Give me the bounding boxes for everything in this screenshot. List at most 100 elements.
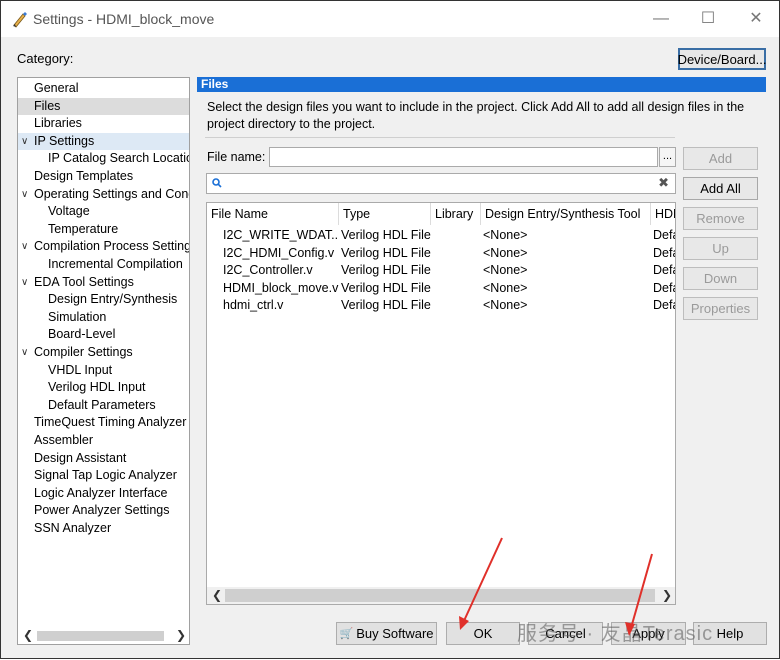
divider	[205, 137, 675, 138]
tree-item-simulation[interactable]: Simulation	[18, 309, 189, 326]
tree-item-power-analyzer-settings[interactable]: Power Analyzer Settings	[18, 502, 189, 519]
window-title: Settings - HDMI_block_move	[33, 11, 215, 27]
tree-item-label: Libraries	[34, 116, 82, 131]
tree-item-files[interactable]: Files	[18, 97, 189, 115]
tree-item-vhdl-input[interactable]: VHDL Input	[18, 362, 189, 379]
table-cell: <None>	[483, 245, 528, 260]
tree-item-label: IP Catalog Search Locations	[48, 151, 189, 166]
table-cell	[433, 245, 481, 262]
tree-item-general[interactable]: General	[18, 80, 189, 97]
clear-search-icon[interactable]: ✖	[658, 175, 669, 191]
tree-item-design-assistant[interactable]: Design Assistant	[18, 450, 189, 467]
tree-item-design-templates[interactable]: Design Templates	[18, 168, 189, 185]
table-cell: hdmi_ctrl.v	[223, 298, 284, 313]
minimize-icon[interactable]: —	[646, 7, 676, 31]
scroll-thumb[interactable]	[225, 589, 655, 602]
scroll-right-icon[interactable]: ❯	[176, 628, 186, 642]
scroll-right-icon[interactable]: ❯	[662, 588, 672, 602]
tree-item-label: Voltage	[48, 204, 90, 219]
ok-button[interactable]: OK	[446, 622, 520, 645]
tree-item-incremental-compilation[interactable]: Incremental Compilation	[18, 256, 189, 273]
add-button[interactable]: Add	[683, 147, 758, 170]
category-tree[interactable]: SSN Analyzer Power Analyzer Settings Logic…	[17, 77, 190, 645]
tree-item-label: Default Parameters	[48, 397, 156, 412]
tree-item-compilation-process-settings[interactable]: ∨ Compilation Process Settings	[18, 238, 189, 255]
tree-item-assembler[interactable]: Assembler	[18, 432, 189, 449]
table-row[interactable]: I2C_Controller.v Verilog HDL File <None> De…	[207, 262, 675, 279]
tree-item-verilog-hdl-input[interactable]: Verilog HDL Input	[18, 379, 189, 396]
tree-item-label: Files	[34, 98, 61, 113]
remove-button[interactable]: Remove	[683, 207, 758, 230]
buy-software-button[interactable]: 🛒 Buy Software	[336, 622, 437, 645]
expand-chevron-icon[interactable]: ∨	[21, 238, 28, 255]
table-cell: Defa	[653, 228, 675, 242]
column-header[interactable]: HDL	[651, 203, 675, 225]
expand-chevron-icon[interactable]: ∨	[21, 186, 28, 203]
properties-button[interactable]: Properties	[683, 297, 758, 320]
tree-item-label: VHDL Input	[48, 362, 113, 377]
search-input[interactable]: ✖	[206, 173, 676, 194]
table-cell: Verilog HDL File	[341, 298, 431, 313]
tree-item-board-level[interactable]: Board-Level	[18, 326, 189, 343]
tree-item-label: Signal Tap Logic Analyzer	[34, 468, 177, 483]
column-header[interactable]: Type	[339, 203, 431, 225]
table-cell: <None>	[483, 263, 528, 278]
tree-item-timequest-timing-analyzer[interactable]: TimeQuest Timing Analyzer	[18, 414, 189, 431]
buy-software-label: Buy Software	[356, 626, 434, 641]
tree-item-logic-analyzer-interface[interactable]: Logic Analyzer Interface	[18, 485, 189, 502]
settings-window: Settings - HDMI_block_move — ☐ ✕ Categor…	[0, 0, 780, 659]
scroll-thumb[interactable]	[37, 631, 164, 641]
table-cell: Verilog HDL File	[341, 263, 431, 278]
table-cell: I2C_HDMI_Config.v	[223, 245, 335, 260]
tree-item-label: Design Assistant	[34, 450, 127, 465]
expand-chevron-icon[interactable]: ∨	[21, 344, 28, 361]
tree-item-compiler-settings[interactable]: ∨ Compiler Settings	[18, 344, 189, 361]
table-row[interactable]: I2C_HDMI_Config.v Verilog HDL File <None> D…	[207, 245, 675, 262]
tree-item-label: Power Analyzer Settings	[34, 503, 170, 518]
device-board-button[interactable]: Device/Board...	[678, 48, 766, 70]
tree-item-design-entry-synthesis[interactable]: Design Entry/Synthesis	[18, 291, 189, 308]
table-horizontal-scrollbar[interactable]: ❮ ❯	[207, 587, 675, 604]
scroll-left-icon[interactable]: ❮	[23, 628, 33, 642]
expand-chevron-icon[interactable]: ∨	[21, 274, 28, 291]
tree-item-label: Design Entry/Synthesis	[48, 292, 178, 307]
files-panel-header: Files	[197, 77, 766, 92]
table-row[interactable]: HDMI_block_move.v Verilog HDL File <None> D…	[207, 280, 675, 297]
tree-item-label: IP Settings	[34, 133, 95, 148]
tree-item-temperature[interactable]: Temperature	[18, 221, 189, 238]
tree-item-label: General	[34, 81, 79, 95]
column-header[interactable]: File Name	[207, 203, 339, 225]
column-header[interactable]: Library	[431, 203, 481, 225]
tree-item-label: Operating Settings and Conditions	[34, 186, 189, 201]
tree-horizontal-scrollbar[interactable]: ❮ ❯	[19, 627, 188, 644]
search-icon	[212, 178, 222, 188]
tree-item-label: SSN Analyzer	[34, 521, 112, 535]
maximize-icon[interactable]: ☐	[693, 7, 723, 31]
tree-item-eda-tool-settings[interactable]: ∨ EDA Tool Settings	[18, 274, 189, 291]
expand-chevron-icon[interactable]: ∨	[21, 133, 28, 150]
tree-item-label: TimeQuest Timing Analyzer	[34, 415, 187, 430]
scroll-left-icon[interactable]: ❮	[212, 588, 222, 602]
tree-item-signal-tap-logic-analyzer[interactable]: Signal Tap Logic Analyzer	[18, 467, 189, 484]
close-icon[interactable]: ✕	[741, 7, 771, 31]
down-button[interactable]: Down	[683, 267, 758, 290]
tree-item-voltage[interactable]: Voltage	[18, 203, 189, 220]
file-name-field[interactable]	[269, 147, 658, 167]
tree-item-libraries[interactable]: Libraries	[18, 115, 189, 132]
up-button[interactable]: Up	[683, 237, 758, 260]
tree-item-ssn-analyzer[interactable]: SSN Analyzer	[18, 520, 189, 537]
tree-item-label: Incremental Compilation	[48, 257, 183, 271]
files-table: ❮ ❯ File Name Type Library Design Entry/Syn…	[206, 202, 676, 605]
add-all-button[interactable]: Add All	[683, 177, 758, 200]
table-cell: Defa	[653, 298, 675, 313]
tree-item-ip-catalog-search-locations[interactable]: IP Catalog Search Locations	[18, 150, 189, 167]
tree-item-operating-settings-and-conditions[interactable]: ∨ Operating Settings and Conditions	[18, 186, 189, 203]
table-row[interactable]: hdmi_ctrl.v Verilog HDL File <None> Defa	[207, 297, 675, 314]
browse-button[interactable]: ...	[659, 147, 676, 167]
table-cell: Defa	[653, 263, 675, 278]
table-row[interactable]: I2C_WRITE_WDAT... Verilog HDL File <None> D…	[207, 227, 675, 244]
tree-item-default-parameters[interactable]: Default Parameters	[18, 397, 189, 414]
tree-item-label: Temperature	[48, 221, 119, 236]
tree-item-ip-settings[interactable]: ∨ IP Settings	[18, 132, 189, 150]
column-header[interactable]: Design Entry/Synthesis Tool	[481, 203, 651, 225]
